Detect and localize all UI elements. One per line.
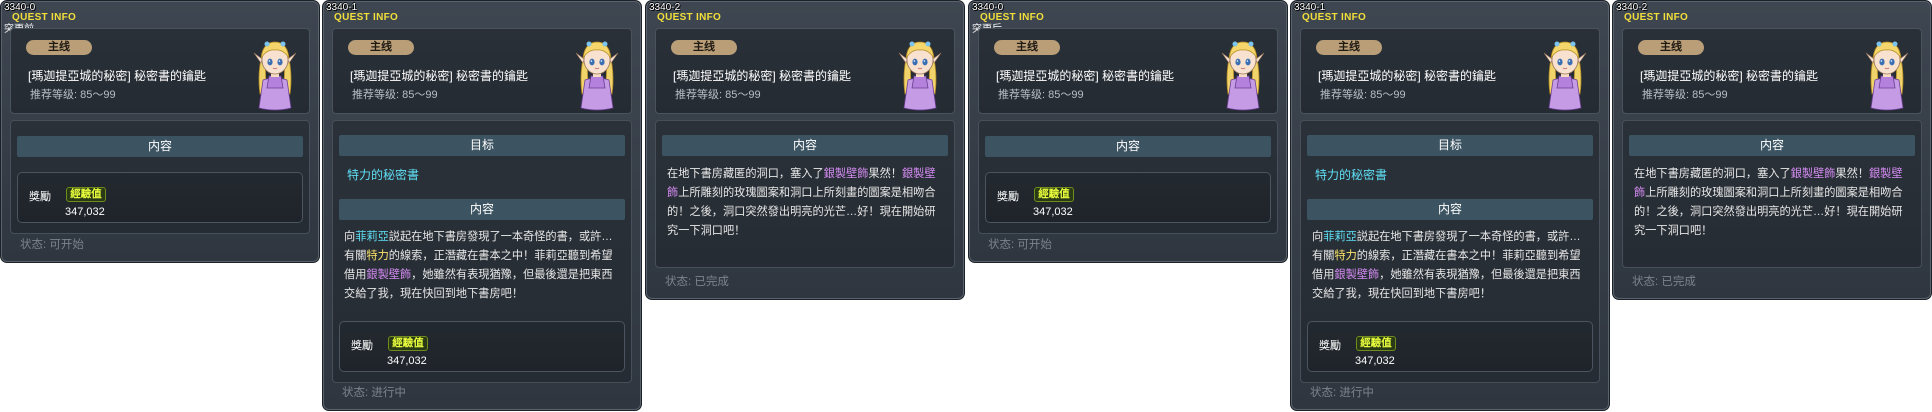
quest-body-box: 目标 特力的秘密書 内容 向菲莉亞説起在地下書房發現了一本奇怪的書，或許…有關特… — [332, 120, 632, 383]
quest-content-text: 在地下書房藏匿的洞口，塞入了銀製壁飾果然！銀製壁飾上所雕刻的玫瑰圖案和洞口上所刻… — [1634, 168, 1903, 237]
quest-type-badge: 主线 — [1638, 40, 1704, 55]
target-item: 特力的秘密書 — [1315, 168, 1388, 182]
quest-info-panel: 3340-2 QUEST INFO 主线 [瑪迦提亞城的秘密] 秘密書的鑰匙 推… — [645, 0, 965, 300]
exp-badge: 經驗值 — [66, 187, 106, 202]
quest-header-box: 主线 [瑪迦提亞城的秘密] 秘密書的鑰匙 推荐等级: 85～99 — [978, 28, 1278, 114]
content-section-header: 内容 — [17, 136, 303, 157]
reward-label: 獎勵 — [29, 191, 51, 203]
quest-status: 状态: 可开始 — [988, 239, 1052, 251]
reward-box: 獎勵 經驗值 347,032 — [339, 321, 625, 372]
quest-info-panel: 3340-1 QUEST INFO 主线 [瑪迦提亞城的秘密] 秘密書的鑰匙 推… — [1290, 0, 1610, 411]
quest-header-box: 主线 [瑪迦提亞城的秘密] 秘密書的鑰匙 推荐等级: 85～99 — [1622, 28, 1922, 114]
quest-body-box: 目标 特力的秘密書 内容 向菲莉亞説起在地下書房發現了一本奇怪的書，或許…有關特… — [1300, 120, 1600, 383]
elf-girl-npc-icon — [1865, 41, 1909, 111]
content-section-header: 内容 — [1629, 135, 1915, 156]
quest-info-panel: 3340-0 QUEST INFO 突更前 主线 [瑪迦提亞城的秘密] 秘密書的… — [0, 0, 320, 263]
reward-label: 獎勵 — [997, 191, 1019, 203]
exp-badge: 經驗值 — [1356, 336, 1396, 351]
quest-title: [瑪迦提亞城的秘密] 秘密書的鑰匙 — [350, 69, 529, 83]
quest-status: 状态: 已完成 — [665, 276, 729, 288]
exp-value: 347,032 — [1355, 355, 1395, 367]
quest-type-badge: 主线 — [26, 40, 92, 55]
recommended-level: 推荐等级: 85～99 — [30, 89, 116, 101]
quest-info-panel: 3340-0 QUEST INFO 突更后 主线 [瑪迦提亞城的秘密] 秘密書的… — [968, 0, 1288, 263]
reward-label: 獎勵 — [1319, 340, 1341, 352]
content-section-header: 内容 — [339, 199, 625, 220]
recommended-level: 推荐等级: 85～99 — [352, 89, 438, 101]
reward-box: 獎勵 經驗值 347,032 — [17, 172, 303, 223]
npc-name: 特力 — [1334, 250, 1357, 262]
quest-info-panel: 3340-2 QUEST INFO 主线 [瑪迦提亞城的秘密] 秘密書的鑰匙 推… — [1612, 0, 1932, 300]
npc-name: 菲莉亞 — [1323, 231, 1357, 243]
quest-status: 状态: 可开始 — [20, 239, 84, 251]
quest-title: [瑪迦提亞城的秘密] 秘密書的鑰匙 — [996, 69, 1175, 83]
quest-info-header: QUEST INFO — [1302, 12, 1367, 23]
recommended-level: 推荐等级: 85～99 — [1320, 89, 1406, 101]
target-item: 特力的秘密書 — [347, 168, 420, 182]
quest-status: 状态: 进行中 — [342, 387, 406, 399]
quest-title: [瑪迦提亞城的秘密] 秘密書的鑰匙 — [1640, 69, 1819, 83]
recommended-level: 推荐等级: 85～99 — [675, 89, 761, 101]
quest-type-badge: 主线 — [994, 40, 1060, 55]
recommended-level: 推荐等级: 85～99 — [998, 89, 1084, 101]
quest-header-box: 主线 [瑪迦提亞城的秘密] 秘密書的鑰匙 推荐等级: 85～99 — [10, 28, 310, 114]
quest-content-text: 在地下書房藏匿的洞口，塞入了銀製壁飾果然！銀製壁飾上所雕刻的玫瑰圖案和洞口上所刻… — [667, 168, 936, 237]
reward-box: 獎勵 經驗值 347,032 — [985, 172, 1271, 223]
quest-type-badge: 主线 — [1316, 40, 1382, 55]
quest-content-text: 向菲莉亞説起在地下書房發現了一本奇怪的書，或許…有關特力的線索，正潛藏在書本之中… — [344, 231, 613, 300]
quest-content-text: 向菲莉亞説起在地下書房發現了一本奇怪的書，或許…有關特力的線索，正潛藏在書本之中… — [1312, 231, 1581, 300]
elf-girl-npc-icon — [253, 41, 297, 111]
quest-info-header: QUEST INFO — [657, 12, 722, 23]
exp-badge: 經驗值 — [388, 336, 428, 351]
quest-body-box: 内容 獎勵 經驗值 347,032 — [978, 120, 1278, 234]
reward-box: 獎勵 經驗值 347,032 — [1307, 321, 1593, 372]
exp-badge: 經驗值 — [1034, 187, 1074, 202]
recommended-level: 推荐等级: 85～99 — [1642, 89, 1728, 101]
quest-type-badge: 主线 — [671, 40, 737, 55]
quest-title: [瑪迦提亞城的秘密] 秘密書的鑰匙 — [673, 69, 852, 83]
quest-status: 状态: 已完成 — [1632, 276, 1696, 288]
item-name: 銀製壁飾 — [366, 269, 412, 281]
content-section-header: 内容 — [662, 135, 948, 156]
item-name: 銀製壁飾 — [1790, 168, 1836, 180]
quest-header-box: 主线 [瑪迦提亞城的秘密] 秘密書的鑰匙 推荐等级: 85～99 — [332, 28, 632, 114]
item-name: 銀製壁飾 — [1334, 269, 1380, 281]
exp-value: 347,032 — [1033, 206, 1073, 218]
item-name: 銀製壁飾 — [823, 168, 869, 180]
elf-girl-npc-icon — [898, 41, 942, 111]
quest-title: [瑪迦提亞城的秘密] 秘密書的鑰匙 — [28, 69, 207, 83]
quest-body-box: 内容 在地下書房藏匿的洞口，塞入了銀製壁飾果然！銀製壁飾上所雕刻的玫瑰圖案和洞口… — [1622, 120, 1922, 268]
quest-status: 状态: 进行中 — [1310, 387, 1374, 399]
quest-type-badge: 主线 — [348, 40, 414, 55]
quest-header-box: 主线 [瑪迦提亞城的秘密] 秘密書的鑰匙 推荐等级: 85～99 — [655, 28, 955, 114]
target-section-header: 目标 — [339, 135, 625, 156]
quest-title: [瑪迦提亞城的秘密] 秘密書的鑰匙 — [1318, 69, 1497, 83]
quest-info-header: QUEST INFO — [1624, 12, 1689, 23]
npc-name: 特力 — [366, 250, 389, 262]
quest-info-header: QUEST INFO — [334, 12, 399, 23]
elf-girl-npc-icon — [1543, 41, 1587, 111]
content-section-header: 内容 — [985, 136, 1271, 157]
quest-info-header: QUEST INFO — [12, 12, 77, 23]
quest-info-panel: 3340-1 QUEST INFO 主线 [瑪迦提亞城的秘密] 秘密書的鑰匙 推… — [322, 0, 642, 411]
exp-value: 347,032 — [65, 206, 105, 218]
elf-girl-npc-icon — [1221, 41, 1265, 111]
content-section-header: 内容 — [1307, 199, 1593, 220]
elf-girl-npc-icon — [575, 41, 619, 111]
target-section-header: 目标 — [1307, 135, 1593, 156]
npc-name: 菲莉亞 — [355, 231, 389, 243]
reward-label: 獎勵 — [351, 340, 373, 352]
quest-body-box: 内容 獎勵 經驗值 347,032 — [10, 120, 310, 234]
quest-info-header: QUEST INFO — [980, 12, 1045, 23]
quest-body-box: 内容 在地下書房藏匿的洞口，塞入了銀製壁飾果然！銀製壁飾上所雕刻的玫瑰圖案和洞口… — [655, 120, 955, 268]
exp-value: 347,032 — [387, 355, 427, 367]
quest-header-box: 主线 [瑪迦提亞城的秘密] 秘密書的鑰匙 推荐等级: 85～99 — [1300, 28, 1600, 114]
